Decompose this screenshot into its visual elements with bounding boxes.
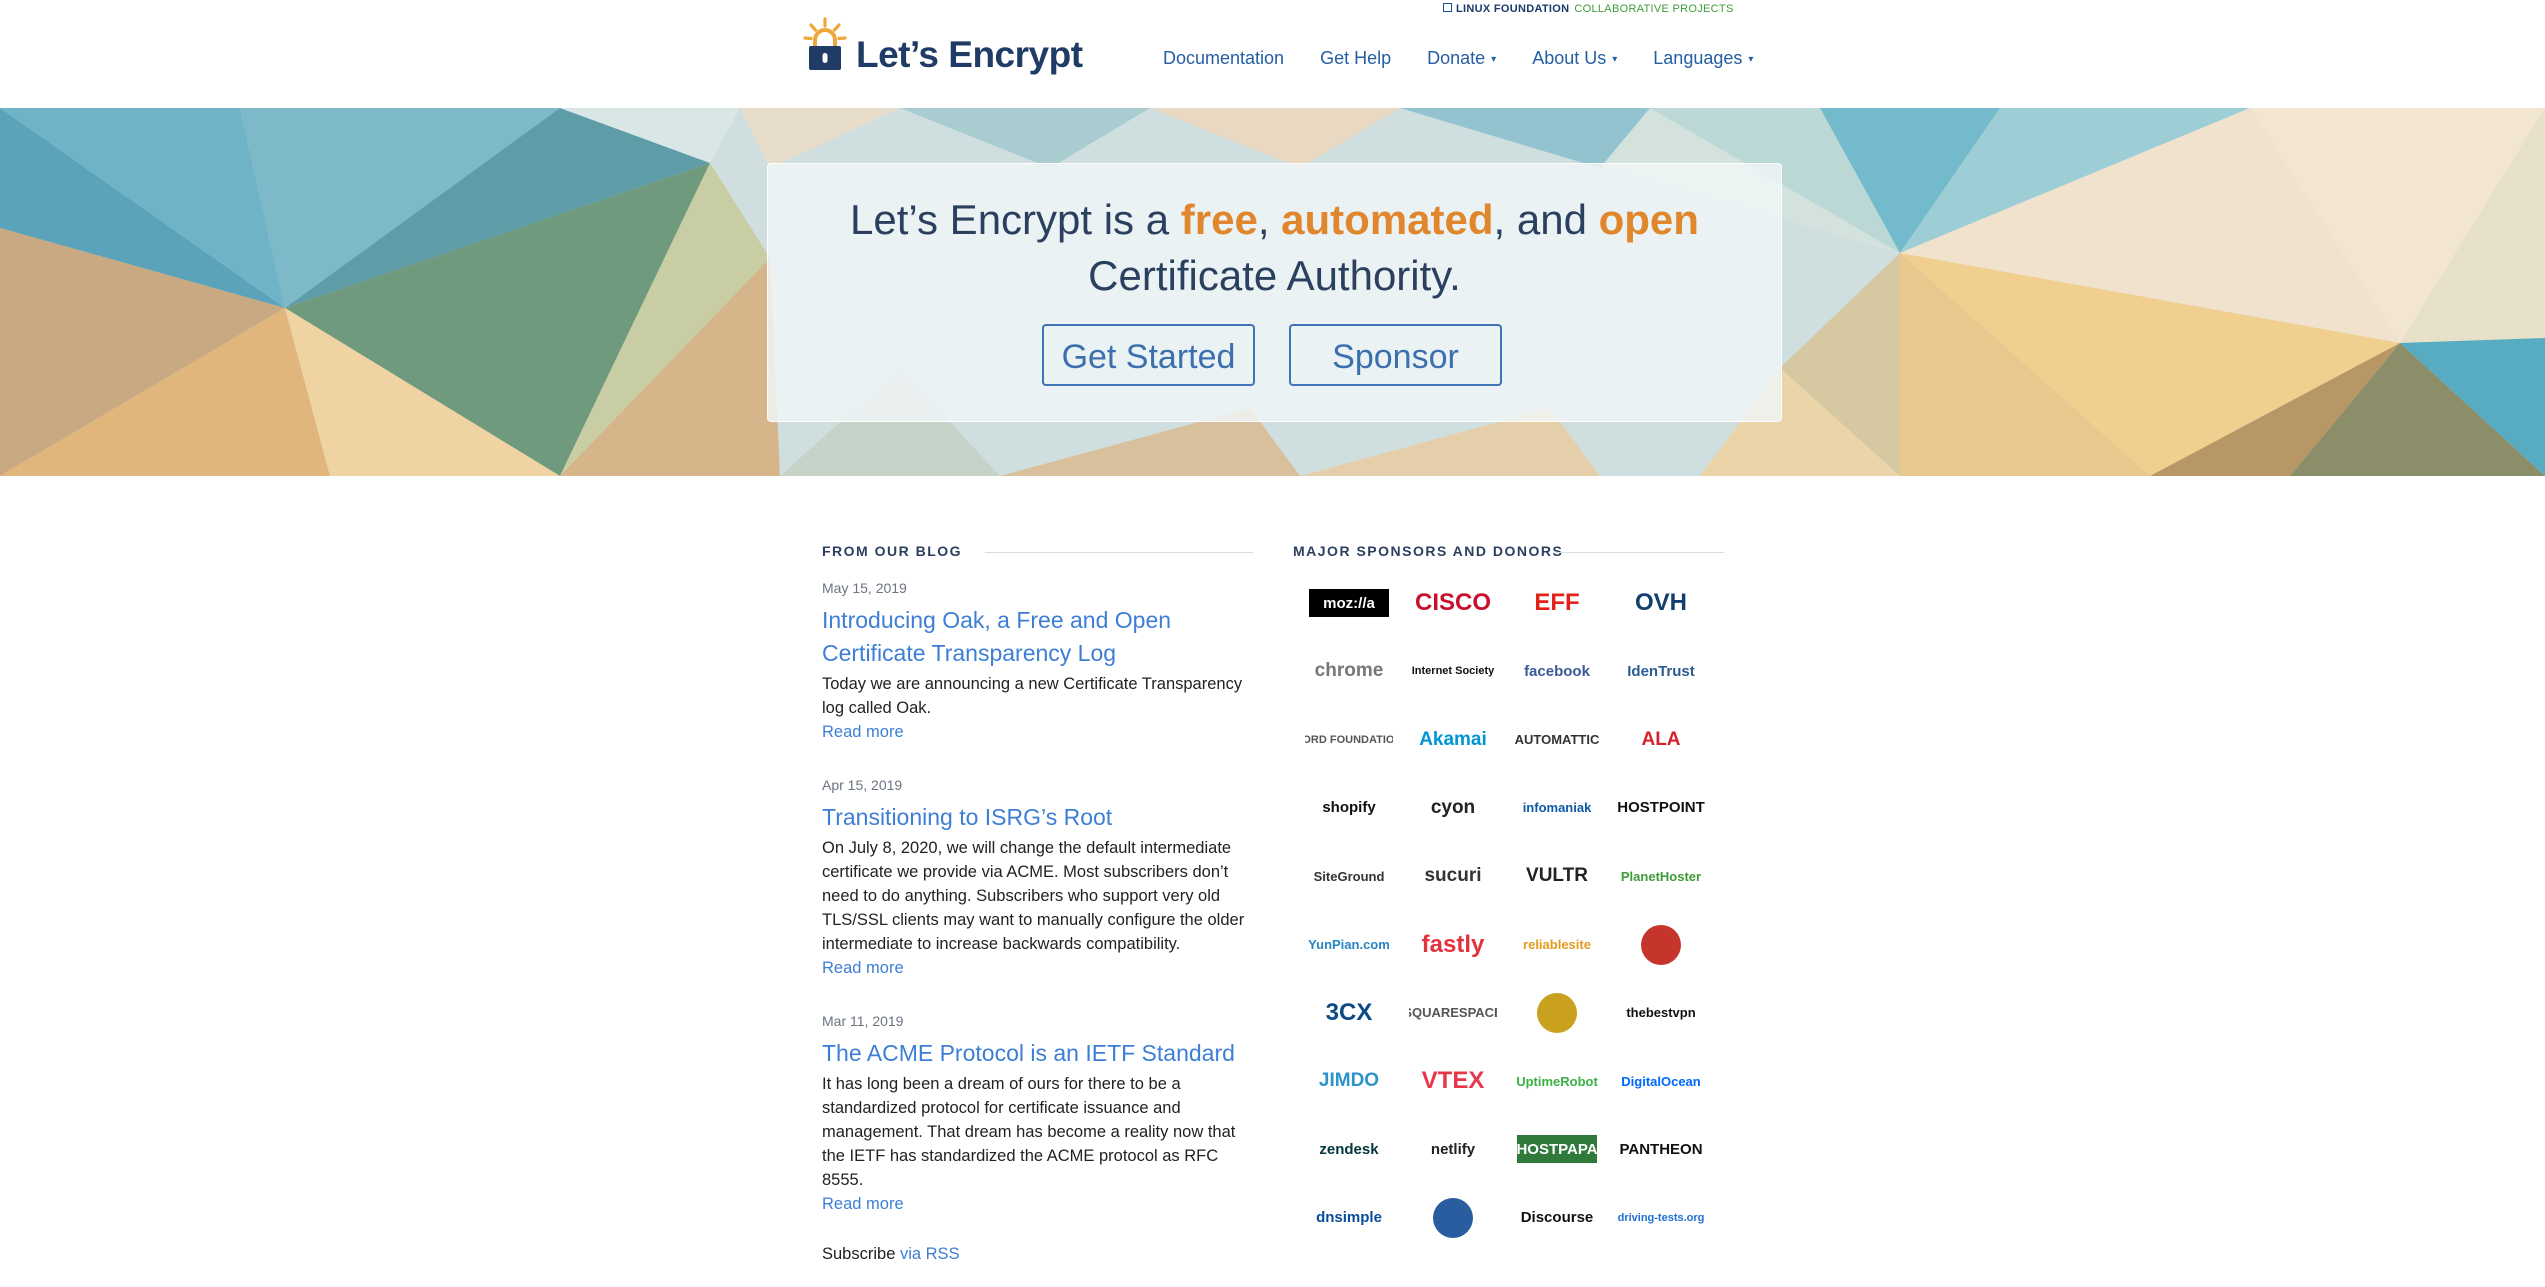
site-header: LINUX FOUNDATION COLLABORATIVE PROJECTS L… — [0, 0, 2545, 108]
nav-label: Get Help — [1320, 48, 1392, 68]
sponsor-logo[interactable]: IdenTrust — [1617, 643, 1705, 699]
sponsor-logo[interactable]: UptimeRobot — [1513, 1053, 1601, 1109]
nav-get-help[interactable]: Get Help — [1320, 48, 1391, 69]
sponsor-logo[interactable]: OVH — [1617, 575, 1705, 631]
post-title-link[interactable]: The ACME Protocol is an IETF Standard — [822, 1037, 1252, 1070]
post-date: Apr 15, 2019 — [822, 777, 903, 793]
hero-prefix: Let’s Encrypt is a — [850, 196, 1181, 243]
sponsor-logo[interactable]: shopify — [1305, 780, 1393, 836]
sponsor-logo[interactable]: moz://a — [1309, 589, 1389, 617]
read-more-link[interactable]: Read more — [822, 720, 904, 744]
sponsor-logo[interactable]: VTEX — [1409, 1053, 1497, 1109]
sponsor-logo[interactable]: chrome — [1305, 643, 1393, 699]
sponsors-heading-rule — [1556, 552, 1724, 553]
hero-headline: Let’s Encrypt is a free, automated, and … — [768, 192, 1781, 304]
sponsor-logo[interactable]: sucuri — [1409, 848, 1497, 904]
sponsor-logo[interactable]: PANTHEON — [1617, 1121, 1705, 1177]
post-summary: On July 8, 2020, we will change the defa… — [822, 839, 1245, 953]
foundation-subtitle: COLLABORATIVE PROJECTS — [1574, 3, 1734, 15]
sponsor-logo[interactable]: PlanetHoster — [1617, 848, 1705, 904]
read-more-link[interactable]: Read more — [822, 1192, 904, 1216]
linux-foundation-icon — [1443, 3, 1452, 12]
sponsor-logo[interactable]: SQUARESPACE — [1409, 985, 1497, 1041]
hero-separator: , — [1257, 196, 1282, 243]
sponsor-logo[interactable]: JIMDO — [1305, 1053, 1393, 1109]
sponsor-logo[interactable]: thebestvpn — [1617, 985, 1705, 1041]
blog-post: May 15, 2019 Introducing Oak, a Free and… — [822, 580, 1252, 744]
sponsor-logo[interactable]: dnsimple — [1305, 1190, 1393, 1246]
hero-separator: , and — [1493, 196, 1599, 243]
sponsor-logo[interactable]: DigitalOcean — [1617, 1053, 1705, 1109]
hero-keyword-open: open — [1598, 196, 1699, 243]
linux-foundation-badge[interactable]: LINUX FOUNDATION COLLABORATIVE PROJECTS — [1443, 3, 1734, 15]
blog-post: Apr 15, 2019 Transitioning to ISRG’s Roo… — [822, 777, 1252, 980]
sponsor-logo[interactable]: EFF — [1513, 575, 1601, 631]
get-started-button[interactable]: Get Started — [1042, 324, 1255, 386]
post-summary: It has long been a dream of ours for the… — [822, 1075, 1236, 1189]
sponsor-logo[interactable]: HOSTPAPA — [1517, 1135, 1597, 1164]
sponsor-logo-emblem[interactable] — [1641, 924, 1681, 965]
sponsor-logo[interactable]: driving-tests.org — [1617, 1190, 1705, 1246]
sponsor-logo[interactable]: CISCO — [1409, 575, 1497, 631]
nav-label: Documentation — [1163, 48, 1285, 68]
sponsor-logo[interactable]: 3CX — [1305, 985, 1393, 1041]
sponsor-logo[interactable]: YunPian.com — [1305, 917, 1393, 973]
sponsor-logo[interactable]: facebook — [1513, 643, 1601, 699]
site-logo[interactable]: Let’s Encrypt — [803, 16, 1083, 76]
subscribe-label: Subscribe — [822, 1245, 900, 1263]
sponsor-logo[interactable]: AUTOMATTIC — [1513, 712, 1601, 768]
logo-wordmark: Let’s Encrypt — [856, 34, 1083, 75]
blog-heading-rule — [985, 552, 1253, 553]
post-title-link[interactable]: Introducing Oak, a Free and Open Certifi… — [822, 604, 1252, 670]
sponsor-logo-emblem[interactable] — [1537, 992, 1577, 1033]
main-nav: Documentation Get Help Donate ▾ About Us ▾… — [1163, 48, 1789, 69]
sponsor-logo[interactable]: HOSTPOINT — [1617, 780, 1705, 836]
nav-label: Donate — [1427, 48, 1486, 68]
sponsor-logo-emblem[interactable] — [1433, 1197, 1473, 1238]
sponsor-logo[interactable]: Akamai — [1409, 712, 1497, 768]
foundation-name: LINUX FOUNDATION — [1456, 3, 1570, 15]
sponsor-logo[interactable]: cyon — [1409, 780, 1497, 836]
sponsor-logo[interactable]: FORD FOUNDATION — [1305, 712, 1393, 768]
hero-line-2: Certificate Authority. — [1088, 252, 1461, 299]
sponsor-button[interactable]: Sponsor — [1289, 324, 1502, 386]
nav-label: Languages — [1653, 48, 1743, 68]
sponsors-heading: MAJOR SPONSORS AND DONORS — [1293, 543, 1564, 559]
caret-down-icon: ▾ — [1612, 54, 1618, 65]
sponsor-logo[interactable]: fastly — [1409, 917, 1497, 973]
subscribe-line: Subscribe via RSS — [822, 1245, 960, 1264]
hero-keyword-free: free — [1180, 196, 1258, 243]
caret-down-icon: ▾ — [1748, 54, 1754, 65]
nav-about-us[interactable]: About Us ▾ — [1532, 48, 1617, 69]
sponsor-logo[interactable]: VULTR — [1513, 848, 1601, 904]
blog-post: Mar 11, 2019 The ACME Protocol is an IET… — [822, 1013, 1252, 1216]
sponsor-logo[interactable]: netlify — [1409, 1121, 1497, 1177]
hero-banner: Let’s Encrypt is a free, automated, and … — [0, 108, 2545, 476]
sponsor-logo[interactable]: SiteGround — [1305, 848, 1393, 904]
post-date: May 15, 2019 — [822, 580, 907, 596]
post-title-link[interactable]: Transitioning to ISRG’s Root — [822, 801, 1252, 834]
caret-down-icon: ▾ — [1491, 54, 1497, 65]
hero-keyword-automated: automated — [1281, 196, 1494, 243]
nav-donate[interactable]: Donate ▾ — [1427, 48, 1496, 69]
sponsor-logo[interactable]: ALA — [1617, 712, 1705, 768]
nav-documentation[interactable]: Documentation — [1163, 48, 1284, 69]
sponsor-logo[interactable]: reliablesite — [1513, 917, 1601, 973]
sponsor-logo[interactable]: Discourse — [1513, 1190, 1601, 1246]
sponsor-logo[interactable]: zendesk — [1305, 1121, 1393, 1177]
hero-panel: Let’s Encrypt is a free, automated, and … — [767, 163, 1782, 422]
nav-label: About Us — [1532, 48, 1607, 68]
blog-heading: FROM OUR BLOG — [822, 543, 963, 559]
sponsor-logo[interactable]: Internet Society — [1409, 643, 1497, 699]
nav-languages[interactable]: Languages ▾ — [1653, 48, 1753, 69]
rss-link[interactable]: via RSS — [900, 1245, 960, 1263]
post-summary: Today we are announcing a new Certificat… — [822, 675, 1243, 717]
post-date: Mar 11, 2019 — [822, 1013, 904, 1029]
read-more-link[interactable]: Read more — [822, 956, 904, 980]
padlock-logo-icon — [803, 17, 847, 70]
sponsor-logo[interactable]: infomaniak — [1513, 780, 1601, 836]
